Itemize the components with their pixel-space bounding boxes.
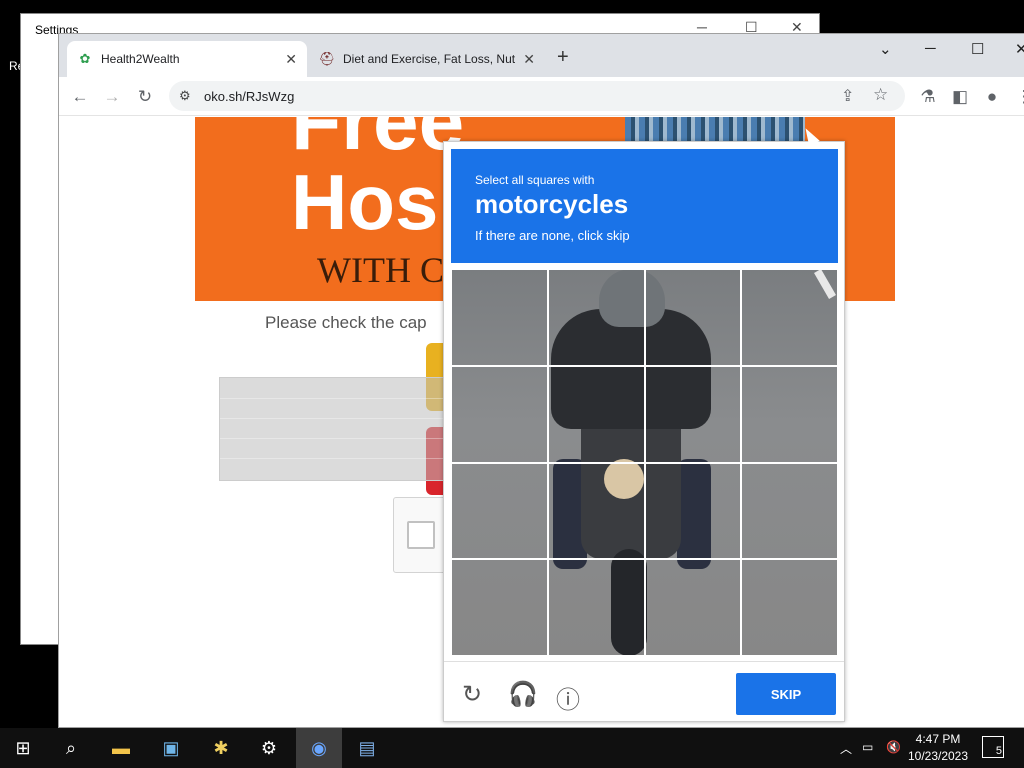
- grid-tile-8[interactable]: [741, 365, 838, 463]
- challenge-fallback: If there are none, click skip: [475, 228, 630, 243]
- tab-label: Health2Wealth: [101, 52, 180, 66]
- grid-tile-12[interactable]: [741, 462, 838, 560]
- grid-tile-1[interactable]: [451, 269, 548, 366]
- bookmark-star-icon[interactable]: ☆: [873, 85, 888, 105]
- back-icon[interactable]: ←: [69, 86, 91, 108]
- audio-challenge-icon[interactable]: 🎧: [508, 680, 538, 709]
- tab-search-icon[interactable]: ⌄: [879, 40, 892, 58]
- side-panel-icon[interactable]: ◧: [949, 86, 971, 108]
- grid-tile-14[interactable]: [547, 559, 645, 656]
- captcha-prompt-text: Please check the cap: [265, 313, 427, 332]
- start-button[interactable]: ⊞: [0, 728, 46, 768]
- tab-close-icon[interactable]: ✕: [523, 51, 535, 68]
- new-tab-icon[interactable]: +: [557, 46, 569, 69]
- skip-button[interactable]: SKIP: [736, 673, 836, 715]
- grid-tile-11[interactable]: [644, 462, 742, 560]
- grid-tile-7[interactable]: [644, 365, 742, 463]
- grid-tile-10[interactable]: [547, 462, 645, 560]
- tab-diet-exercise[interactable]: ⛑ Diet and Exercise, Fat Loss, Nutri ✕: [309, 41, 545, 77]
- tab-health2wealth[interactable]: ✿ Health2Wealth ✕: [67, 41, 307, 77]
- notification-count: 5: [995, 745, 1002, 757]
- challenge-grid: [451, 269, 838, 656]
- grid-tile-5[interactable]: [451, 365, 548, 463]
- recaptcha-challenge: Select all squares with motorcycles If t…: [443, 141, 845, 722]
- challenge-footer: ↻ 🎧 ⓘ SKIP: [444, 661, 844, 723]
- info-icon[interactable]: ⓘ: [556, 680, 580, 715]
- grid-tile-4[interactable]: [741, 269, 838, 366]
- share-icon[interactable]: ⇪: [841, 86, 854, 106]
- grid-tile-2[interactable]: [547, 269, 645, 366]
- server-manager-icon[interactable]: ▣: [148, 728, 194, 768]
- grid-tile-13[interactable]: [451, 559, 548, 656]
- clock-time: 4:47 PM: [915, 732, 961, 746]
- banner-tagline: WITH C: [317, 250, 444, 290]
- tab-strip: ✿ Health2Wealth ✕ ⛑ Diet and Exercise, F…: [59, 34, 1024, 77]
- network-icon[interactable]: ▭: [862, 740, 873, 754]
- notification-center-icon[interactable]: 5: [982, 736, 1004, 758]
- grid-tile-6[interactable]: [547, 365, 645, 463]
- health2wealth-favicon: ✿: [79, 51, 91, 66]
- grid-tile-16[interactable]: [741, 559, 838, 656]
- reload-icon[interactable]: ↻: [134, 86, 156, 108]
- challenge-instruction: Select all squares with: [475, 173, 595, 187]
- maximize-icon[interactable]: ☐: [971, 40, 984, 58]
- recaptcha-checkbox[interactable]: [407, 521, 435, 549]
- tab-label: Diet and Exercise, Fat Loss, Nutri: [343, 52, 515, 66]
- browser-toolbar: ← → ↻ ⚙ oko.sh/RJsWzg ⇪ ☆ ⚗ ◧ ● ⋮: [59, 77, 1024, 116]
- clock-date: 10/23/2023: [907, 749, 969, 763]
- tab-close-icon[interactable]: ✕: [285, 51, 297, 68]
- search-icon[interactable]: ⌕: [48, 728, 94, 768]
- reload-challenge-icon[interactable]: ↻: [462, 680, 482, 709]
- close-icon[interactable]: ✕: [1015, 40, 1024, 58]
- volume-muted-icon[interactable]: 🔇: [886, 740, 901, 754]
- file-explorer-icon[interactable]: ▬: [98, 728, 144, 768]
- challenge-header: Select all squares with motorcycles If t…: [451, 149, 838, 263]
- banner-subheadline: Hos: [291, 158, 439, 246]
- system-clock[interactable]: 4:47 PM 10/23/2023: [906, 731, 970, 765]
- bee-app-icon[interactable]: ✱: [198, 728, 244, 768]
- grid-tile-3[interactable]: [644, 269, 742, 366]
- chrome-icon[interactable]: ◉: [296, 728, 342, 768]
- forward-icon[interactable]: →: [101, 86, 123, 108]
- address-bar[interactable]: ⚙ oko.sh/RJsWzg ⇪ ☆: [169, 81, 905, 111]
- settings-gear-icon[interactable]: ⚙: [246, 728, 292, 768]
- desktop: Re Settings ─ ☐ ✕ ✿ Health2Wealth ✕ ⛑ Di…: [0, 0, 1024, 728]
- taskbar: ⊞ ⌕ ▬ ▣ ✱ ⚙ ◉ ▤ ︿ ▭ 🔇 4:47 PM 10/23/2023…: [0, 728, 1024, 768]
- minimize-icon[interactable]: ─: [925, 40, 936, 57]
- menu-icon[interactable]: ⋮: [1013, 86, 1024, 108]
- grid-tile-9[interactable]: [451, 462, 548, 560]
- site-info-icon[interactable]: ⚙: [179, 88, 191, 104]
- challenge-target: motorcycles: [475, 189, 629, 219]
- show-hidden-icons[interactable]: ︿: [840, 740, 852, 757]
- network-app-icon[interactable]: ▤: [344, 728, 390, 768]
- spartan-helmet-favicon: ⛑: [318, 51, 336, 66]
- profile-avatar-icon[interactable]: ●: [981, 86, 1003, 108]
- url-text[interactable]: oko.sh/RJsWzg: [204, 89, 294, 104]
- labs-icon[interactable]: ⚗: [917, 86, 939, 108]
- grid-tile-15[interactable]: [644, 559, 742, 656]
